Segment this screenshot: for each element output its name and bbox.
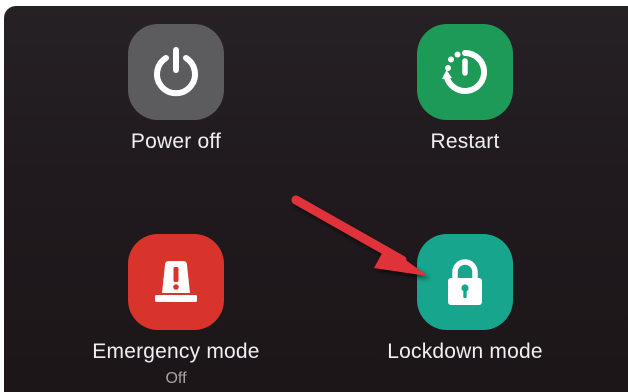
emergency-mode-label: Emergency mode [92,340,260,363]
emergency-light-icon [155,261,197,302]
power-off-label: Power off [130,130,222,153]
restart-option[interactable]: Restart [355,24,575,154]
power-off-tile[interactable] [128,24,224,120]
lockdown-mode-tile[interactable] [417,234,513,330]
restart-icon [442,49,488,94]
emergency-mode-tile[interactable] [128,234,224,330]
power-icon [154,47,198,97]
lockdown-mode-option[interactable]: Lockdown mode [355,234,575,364]
restart-label: Restart [430,130,500,153]
emergency-mode-status: Off [165,370,187,387]
lockdown-mode-label: Lockdown mode [387,340,543,363]
power-off-option[interactable]: Power off [66,24,286,154]
emergency-mode-option[interactable]: Emergency mode Off [66,234,286,388]
lock-icon [448,259,482,305]
power-menu-panel: Power off Restart Emergency mode Off Loc… [4,6,628,392]
restart-tile[interactable] [417,24,513,120]
